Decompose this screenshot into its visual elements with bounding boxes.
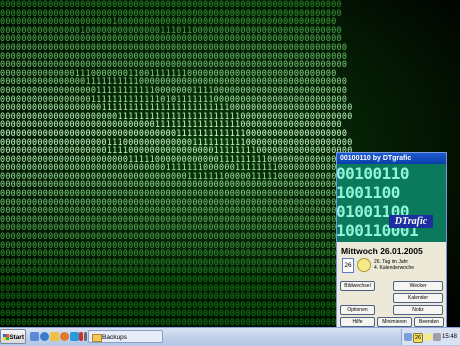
kalender-button[interactable]: Kalender <box>393 293 443 303</box>
system-tray: 26 15:48 <box>401 329 460 345</box>
date-label: Mittwoch 26.01.2005 <box>341 246 423 256</box>
desktop-icon[interactable] <box>30 332 39 341</box>
app-icon[interactable] <box>84 332 87 341</box>
media-icon[interactable] <box>60 332 69 341</box>
start-button[interactable]: Start <box>0 329 26 344</box>
bildwechsel-button[interactable]: Bildwechsel <box>340 281 375 291</box>
dtgrafic-logo: DTrafic <box>389 215 433 228</box>
optionen-button[interactable]: Optionen <box>340 305 375 315</box>
moon-tray-icon[interactable] <box>424 333 432 341</box>
minimieren-button[interactable]: Minimieren <box>377 317 412 327</box>
beenden-button[interactable]: Beenden <box>414 317 444 327</box>
widget-title[interactable]: 00100110 by DTgrafic <box>337 153 446 164</box>
calendar-day-icon: 26 <box>342 258 354 273</box>
taskbar: Start Backups 26 15:48 <box>0 327 460 346</box>
binary-banner: 00100110 1001100 01001100 100110001 DTra… <box>337 164 446 242</box>
clock[interactable]: 15:48 <box>442 329 457 345</box>
notiz-button[interactable]: Notiz <box>393 305 443 315</box>
dtgrafic-icon[interactable] <box>79 332 83 341</box>
hilfe-button[interactable]: Hilfe <box>340 317 375 327</box>
dtgrafic-widget[interactable]: 00100110 by DTgrafic 00100110 1001100 01… <box>336 152 447 328</box>
ie-icon[interactable] <box>40 332 49 341</box>
folder-icon[interactable] <box>50 332 59 341</box>
start-label: Start <box>9 334 24 341</box>
folder-icon <box>92 334 102 342</box>
task-label: Backups <box>102 334 127 341</box>
banner-line: 00100110 <box>337 164 410 183</box>
task-button-backups[interactable]: Backups <box>88 330 163 343</box>
moon-phase-icon <box>357 258 371 272</box>
tray-badge[interactable]: 26 <box>413 333 423 343</box>
calendar-week: 4. Kalenderwoche <box>374 265 415 271</box>
outlook-icon[interactable] <box>70 332 79 341</box>
windows-flag-icon <box>3 334 9 340</box>
network-icon[interactable] <box>404 333 412 341</box>
wecker-button[interactable]: Wecker <box>393 281 443 291</box>
banner-line: 1001100 <box>337 183 400 202</box>
calendar-info: 26. Tag im Jahr 4. Kalenderwoche <box>374 259 414 271</box>
speaker-icon[interactable] <box>433 333 441 341</box>
